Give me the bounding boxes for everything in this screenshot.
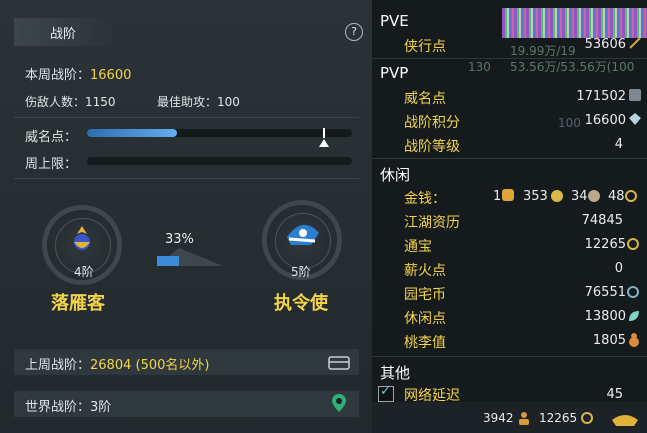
crystal-icon (629, 113, 641, 125)
pvp-value-points: 16600 (584, 113, 626, 128)
divider (372, 58, 647, 59)
prestige-bar-fill (87, 129, 177, 137)
gourd-icon (629, 333, 639, 347)
footer-value-a: 3942 (483, 411, 514, 425)
divider (14, 178, 359, 179)
leisure-label-fire: 薪火点 (404, 263, 446, 279)
money-wen: 48 (608, 189, 625, 204)
divider (14, 117, 359, 118)
world-rank-value: 3阶 (90, 400, 112, 415)
pve-label: 侠行点 (404, 39, 446, 55)
leisure-section-title: 休闲 (380, 166, 411, 184)
leisure-label-seniority: 江湖资历 (404, 215, 460, 231)
money-gold: 1 (493, 189, 502, 204)
leisure-value-tongbao: 12265 (584, 237, 626, 252)
weekly-rank-value: 16600 (90, 68, 132, 83)
gold-ingot-icon (502, 189, 514, 201)
location-pin-icon[interactable] (331, 393, 347, 413)
tongbao-icon (627, 238, 639, 250)
prestige-icon (629, 89, 641, 101)
panel-header: 战阶 (14, 18, 114, 46)
pvp-value-prestige: 171502 (576, 89, 626, 104)
assist-row: 最佳助攻：100 (157, 93, 240, 110)
world-rank-text: 世界战阶：3阶 (25, 396, 111, 415)
background-level-text: 130 (468, 60, 491, 74)
last-week-text: 上周战阶：26804 (500名以外) (25, 354, 209, 373)
pvp-value-level: 4 (614, 137, 623, 152)
pve-value: 53606 (584, 37, 626, 52)
current-rank-tier: 4阶 (74, 265, 94, 279)
divider (372, 158, 647, 159)
weekly-cap-bar (87, 157, 352, 165)
leisure-value-home: 76551 (584, 285, 626, 300)
sword-icon (629, 37, 641, 49)
status-footer: 3942 12265 (372, 402, 647, 433)
leisure-value-fire: 0 (614, 261, 623, 276)
next-rank-emblem-icon (287, 224, 319, 245)
leisure-label-tongbao: 通宝 (404, 239, 432, 255)
money-label: 金钱： (404, 191, 446, 207)
pvp-section-title: PVP (380, 64, 409, 82)
current-rank-name: 落雁客 (51, 293, 105, 314)
copper-ingot-icon (588, 190, 600, 202)
home-coin-icon (627, 286, 639, 298)
latency-value: 45 (606, 387, 623, 402)
chest-icon[interactable] (327, 353, 351, 371)
weekly-rank-label: 本周战阶： (25, 68, 91, 83)
pvp-label-level: 战阶等级 (404, 139, 460, 155)
prestige-cap-marker (323, 128, 325, 138)
silver-ingot-icon (551, 190, 563, 202)
leisure-value-peach: 1805 (592, 333, 626, 348)
background-hp-text: 19.99万/19 (510, 44, 576, 58)
pve-section-title: PVE (380, 12, 409, 30)
currency-panel: 19.99万/19 130 53.56万/53.56万(100 PVE 侠行点 … (372, 0, 647, 433)
person-icon (519, 412, 529, 425)
money-silver: 353 (523, 189, 548, 204)
leisure-label-home: 园宅币 (404, 287, 446, 303)
money-copper: 34 (571, 189, 588, 204)
next-rank-name: 执令使 (274, 293, 328, 314)
panel-title: 战阶 (50, 27, 77, 42)
rank-emblem-icon (74, 226, 90, 250)
help-button[interactable]: ? (345, 23, 363, 41)
prestige-bar (87, 129, 352, 137)
tongbao-icon (581, 412, 593, 424)
leaf-icon (629, 311, 639, 321)
leisure-label-peach: 桃李值 (404, 335, 446, 351)
leisure-value-seniority: 74845 (581, 213, 623, 228)
leisure-label-leisure-points: 休闲点 (404, 311, 446, 327)
assist-value: 100 (217, 95, 240, 109)
divider (372, 356, 647, 357)
prestige-label: 威名点： (25, 130, 78, 145)
rank-progress-wedge (157, 248, 223, 266)
background-buff-bar (502, 8, 647, 38)
pvp-label-points: 战阶积分 (404, 115, 460, 131)
kills-row: 伤敌人数：1150 (25, 93, 116, 110)
gold-ingot-icon[interactable] (610, 408, 640, 428)
weekly-cap-label: 周上限： (25, 157, 78, 172)
kills-label: 伤敌人数： (25, 95, 86, 109)
footer-value-b: 12265 (539, 411, 578, 425)
assist-label: 最佳助攻： (157, 95, 218, 109)
pvp-label-prestige: 威名点 (404, 91, 446, 107)
last-week-label: 上周战阶： (25, 358, 91, 373)
world-rank-label: 世界战阶： (25, 400, 91, 415)
coin-icon (625, 190, 637, 202)
kills-value: 1150 (85, 95, 116, 109)
weekly-rank-row: 本周战阶：16600 (25, 64, 131, 83)
last-week-value: 26804 (500名以外) (90, 358, 210, 373)
other-section-title: 其他 (380, 364, 411, 382)
pvp-points-ghost: 100 (558, 116, 581, 130)
prestige-cap-pointer (319, 139, 329, 147)
rank-panel: 战阶 ? 本周战阶：16600 伤敌人数：1150 最佳助攻：100 威名点： … (0, 0, 372, 433)
next-rank-tier: 5阶 (291, 265, 311, 279)
background-mp-text: 53.56万/53.56万(100 (510, 60, 635, 74)
latency-checkbox[interactable] (378, 384, 394, 402)
leisure-value-leisure-points: 13800 (584, 309, 626, 324)
